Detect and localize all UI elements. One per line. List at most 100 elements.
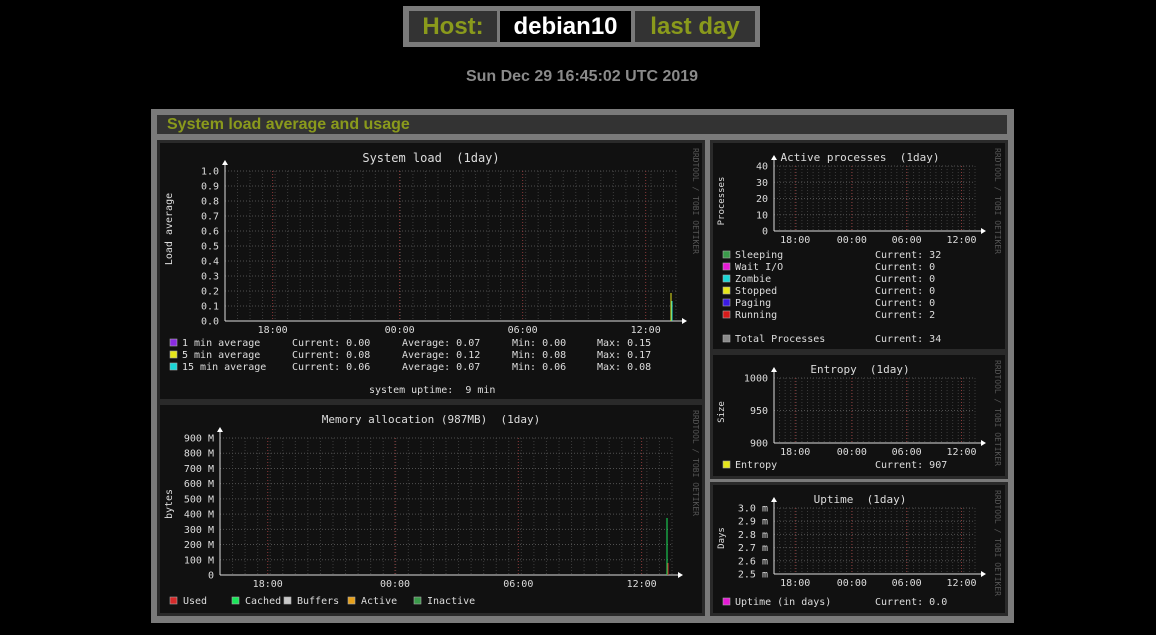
legend-swatch (722, 262, 731, 271)
graphs-frame: System load average and usage System loa… (151, 109, 1014, 623)
x-axis-arrow-icon (678, 572, 683, 578)
x-tick-label: 00:00 (837, 235, 867, 246)
y-axis-label: bytes (164, 489, 175, 519)
x-axis-arrow-icon (981, 440, 986, 446)
legend-max: Max: 0.17 (597, 350, 651, 361)
y-axis-arrow-icon (217, 427, 223, 432)
y-tick-label: 0.0 (201, 317, 219, 328)
x-tick-label: 18:00 (258, 325, 288, 336)
y-tick-label: 100 M (184, 555, 214, 566)
legend-swatch (722, 310, 731, 319)
legend-average: Average: 0.07 (402, 338, 480, 349)
x-axis-arrow-icon (981, 571, 986, 577)
y-tick-label: 2.5 m (738, 570, 768, 581)
legend-label: Stopped (735, 286, 777, 297)
legend-label: Active (361, 596, 397, 607)
y-tick-label: 2.9 m (738, 517, 768, 528)
y-tick-label: 300 M (184, 525, 214, 536)
y-tick-label: 0.7 (201, 212, 219, 223)
x-tick-label: 00:00 (385, 325, 415, 336)
legend-swatch (722, 298, 731, 307)
legend-swatch (722, 274, 731, 283)
y-tick-label: 0.5 (201, 242, 219, 253)
legend-label: Paging (735, 298, 771, 309)
y-tick-label: 0.1 (201, 302, 219, 313)
watermark: RRDTOOL / TOBI OETIKER (993, 148, 1002, 254)
legend-current: Current: 2 (875, 310, 935, 321)
y-axis-label: Days (717, 527, 727, 549)
legend-swatch (169, 350, 178, 359)
legend-swatch (347, 596, 356, 605)
system-load-graph[interactable]: System load (1day) Load average RRDTOOL … (157, 140, 705, 402)
y-tick-label: 600 M (184, 479, 214, 490)
memory-allocation-graph[interactable]: Memory allocation (987MB) (1day) bytes R… (157, 402, 705, 616)
y-tick-label: 700 M (184, 464, 214, 475)
legend-swatch (722, 460, 731, 469)
y-axis-label: Load average (164, 193, 175, 265)
y-axis-arrow-icon (771, 367, 777, 372)
legend-current: Current: 0.00 (292, 338, 370, 349)
legend-swatch (722, 334, 731, 343)
legend-current: Current: 0.08 (292, 350, 370, 361)
x-tick-label: 12:00 (627, 579, 657, 590)
legend-label: Zombie (735, 274, 771, 285)
legend-label: 1 min average (182, 338, 260, 349)
legend-min: Min: 0.08 (512, 350, 566, 361)
x-tick-label: 18:00 (780, 447, 810, 458)
y-tick-label: 0 (208, 571, 214, 582)
y-tick-label: 900 (750, 439, 768, 450)
legend-label: Used (183, 596, 207, 607)
y-tick-label: 3.0 m (738, 504, 768, 515)
graph-title: Active processes (1day) (781, 151, 940, 164)
x-tick-label: 00:00 (380, 579, 410, 590)
y-tick-label: 0.2 (201, 287, 219, 298)
y-tick-label: 800 M (184, 449, 214, 460)
legend-total-current: Current: 34 (875, 334, 941, 345)
host-header: Host: debian10 last day (403, 6, 760, 47)
y-tick-label: 0.3 (201, 272, 219, 283)
y-tick-label: 0.4 (201, 257, 219, 268)
y-axis-arrow-icon (771, 155, 777, 160)
period-selector[interactable]: last day (635, 11, 755, 42)
legend-current: Current: 0.06 (292, 362, 370, 373)
y-tick-label: 0.6 (201, 227, 219, 238)
legend-label: Uptime (in days) (735, 597, 831, 608)
x-tick-label: 00:00 (837, 578, 867, 589)
legend-swatch (722, 286, 731, 295)
x-tick-label: 18:00 (780, 235, 810, 246)
uptime-svg: Uptime (1day) Days RRDTOOL / TOBI OETIKE… (717, 490, 1002, 608)
legend-swatch (169, 362, 178, 371)
x-tick-label: 18:00 (253, 579, 283, 590)
y-axis-arrow-icon (222, 160, 228, 165)
legend-current: Current: 0 (875, 298, 935, 309)
uptime-graph[interactable]: Uptime (1day) Days RRDTOOL / TOBI OETIKE… (710, 482, 1008, 616)
legend-label: Running (735, 310, 777, 321)
legend-label: 15 min average (182, 362, 266, 373)
legend-label: Cached (245, 596, 281, 607)
graph-title: System load (1day) (362, 151, 499, 165)
graph-title: Uptime (1day) (814, 493, 907, 506)
section-title: System load average and usage (157, 115, 1007, 134)
graph-title: Entropy (1day) (810, 363, 909, 376)
active-processes-svg: Active processes (1day) Processes RRDTOO… (717, 148, 1002, 345)
active-processes-graph[interactable]: Active processes (1day) Processes RRDTOO… (710, 140, 1008, 352)
entropy-graph[interactable]: Entropy (1day) Size RRDTOOL / TOBI OETIK… (710, 352, 1008, 479)
x-tick-label: 06:00 (503, 579, 533, 590)
x-axis-arrow-icon (981, 228, 986, 234)
watermark: RRDTOOL / TOBI OETIKER (691, 148, 700, 254)
report-datetime: Sun Dec 29 16:45:02 UTC 2019 (465, 68, 699, 85)
legend-average: Average: 0.12 (402, 350, 480, 361)
legend-current: Current: 0.0 (875, 597, 947, 608)
y-tick-label: 10 (756, 210, 768, 221)
legend-label: Inactive (427, 596, 475, 607)
y-axis-label: Size (717, 401, 727, 423)
system-load-svg: System load (1day) Load average RRDTOOL … (164, 148, 700, 396)
watermark: RRDTOOL / TOBI OETIKER (691, 410, 700, 516)
legend-current: Current: 32 (875, 250, 941, 261)
x-tick-label: 12:00 (946, 447, 976, 458)
memory-allocation-svg: Memory allocation (987MB) (1day) bytes R… (164, 410, 700, 607)
y-axis-arrow-icon (771, 497, 777, 502)
legend-current: Current: 0 (875, 274, 935, 285)
x-tick-label: 12:00 (631, 325, 661, 336)
y-tick-label: 1000 (744, 374, 768, 385)
